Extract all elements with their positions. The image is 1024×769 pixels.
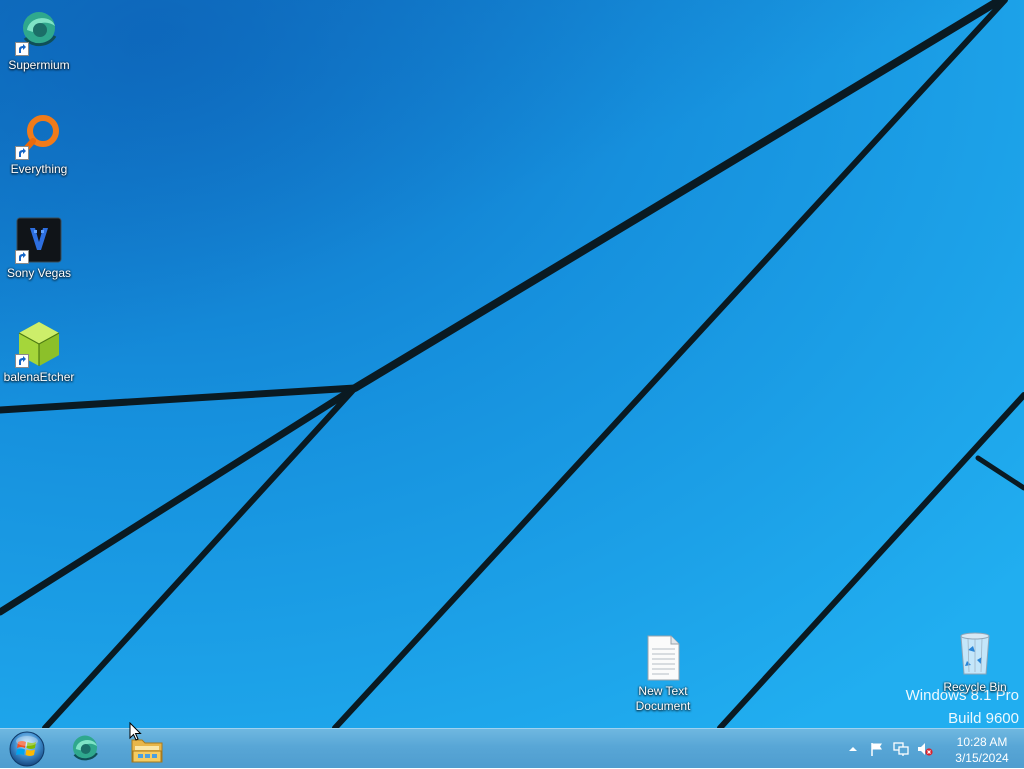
shortcut-arrow-icon [15, 354, 29, 368]
clock-time: 10:28 AM [956, 735, 1008, 749]
desktop-icon-label: New Text Document [635, 684, 691, 713]
start-button[interactable] [2, 729, 52, 769]
action-center-flag-icon[interactable] [868, 740, 886, 758]
desktop-icon-balena-etcher[interactable]: balenaEtcher [0, 320, 78, 385]
desktop-icon-new-text-document[interactable]: New Text Document [624, 634, 702, 714]
taskbar-clock[interactable]: 10:28 AM 3/15/2024 [952, 734, 1012, 766]
show-hidden-icons-chevron[interactable] [844, 740, 862, 758]
sony-vegas-icon [15, 216, 63, 264]
taskbar: 10:28 AM 3/15/2024 [0, 728, 1024, 768]
desktop-icon-label: Recycle Bin [943, 680, 1007, 694]
windows-start-orb-icon [9, 731, 45, 767]
wallpaper [0, 0, 1024, 768]
balena-etcher-icon [15, 320, 63, 368]
watermark-build: Build 9600 [948, 710, 1019, 727]
shortcut-arrow-icon [15, 146, 29, 160]
volume-muted-icon[interactable] [916, 740, 934, 758]
shortcut-arrow-icon [15, 42, 29, 56]
supermium-icon [72, 735, 98, 761]
taskbar-pinned-supermium[interactable] [62, 729, 108, 769]
desktop-icon-sony-vegas[interactable]: Sony Vegas [0, 216, 78, 281]
mouse-pointer-icon [129, 722, 142, 741]
shortcut-arrow-icon [15, 250, 29, 264]
desktop-icon-label: Everything [10, 162, 68, 176]
desktop-icon-recycle-bin[interactable]: Recycle Bin [936, 630, 1014, 695]
desktop-icon-label: balenaEtcher [3, 370, 75, 384]
recycle-bin-icon [951, 630, 999, 678]
clock-date: 3/15/2024 [955, 751, 1009, 765]
everything-search-icon [15, 112, 63, 160]
desktop[interactable]: Supermium Everything Sony Vegas balenaEt… [0, 0, 1024, 768]
desktop-icon-supermium[interactable]: Supermium [0, 8, 78, 73]
network-icon[interactable] [892, 740, 910, 758]
system-tray: 10:28 AM 3/15/2024 [844, 729, 1024, 769]
supermium-icon [15, 8, 63, 56]
desktop-icon-label: Supermium [8, 58, 70, 72]
desktop-icon-everything[interactable]: Everything [0, 112, 78, 177]
desktop-icon-label: Sony Vegas [6, 266, 72, 280]
text-document-icon [639, 634, 687, 682]
